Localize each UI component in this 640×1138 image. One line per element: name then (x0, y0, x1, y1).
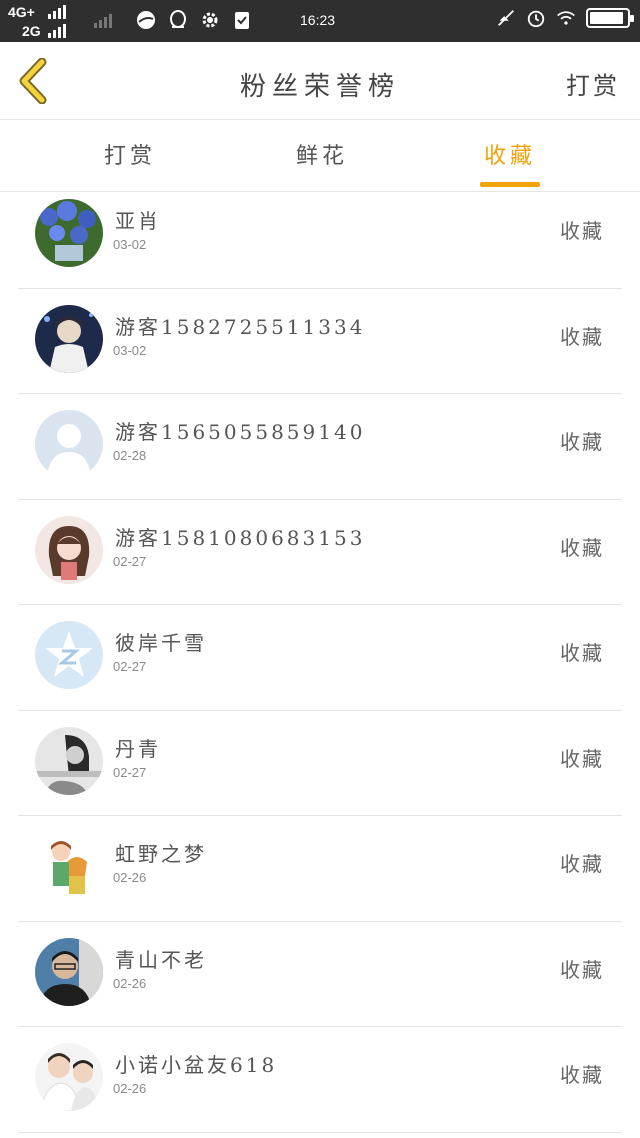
cartoon-couple-avatar-icon (35, 832, 103, 900)
network-2g-label: 2G (22, 23, 41, 39)
avatar (35, 199, 103, 267)
avatar (35, 726, 103, 795)
fan-name: 青山不老 (115, 947, 207, 972)
qzone-star-avatar-icon (35, 621, 103, 689)
tab-flowers[interactable]: 鲜花 (262, 138, 382, 170)
avatar (35, 515, 103, 584)
signal-bars-icon (48, 5, 66, 19)
fan-name: 游客1565055859140 (115, 420, 366, 444)
tab-bar: 打赏 鲜花 收藏 (0, 120, 640, 192)
mute-icon (496, 8, 516, 28)
list-item[interactable]: 游客1565055859140 02-28 收藏 (18, 394, 622, 500)
fan-date: 02-27 (113, 764, 147, 780)
browser-icon (136, 10, 156, 30)
status-bar: 4G+ 2G 16:23 (0, 0, 640, 42)
tab-reward[interactable]: 打赏 (70, 138, 190, 170)
avatar (35, 621, 103, 689)
fan-action: 收藏 (560, 324, 604, 349)
anime-girl-avatar-icon (35, 515, 103, 584)
app-header: 粉丝荣誉榜 打赏 (0, 42, 640, 120)
list-item[interactable]: 丹青 02-27 收藏 (18, 711, 622, 816)
battery-icon (586, 8, 634, 28)
fan-date: 02-27 (113, 659, 147, 674)
fan-action: 收藏 (560, 957, 604, 982)
list-item[interactable]: 游客1581080683153 02-27 收藏 (18, 500, 622, 605)
system-icons (496, 8, 634, 28)
battery-fill (590, 12, 623, 24)
alarm-clock-icon (526, 8, 546, 28)
fan-action: 收藏 (560, 219, 604, 243)
fan-action: 收藏 (560, 852, 604, 876)
fan-name: 游客1582725511334 (115, 314, 366, 339)
page-title: 粉丝荣誉榜 (239, 72, 400, 102)
network-4g-label: 4G+ (8, 4, 35, 20)
fan-date: 03-02 (113, 342, 147, 358)
fan-date: 02-27 (113, 553, 147, 569)
fan-name: 虹野之梦 (115, 842, 207, 866)
fan-name: 彼岸千雪 (115, 631, 207, 655)
fan-name: 亚肖 (115, 209, 161, 233)
fan-date: 03-02 (113, 237, 147, 252)
grayscale-girl-avatar-icon (35, 726, 103, 795)
boys-photo-avatar-icon (35, 1043, 103, 1111)
fan-action: 收藏 (560, 430, 604, 454)
status-time: 16:23 (300, 12, 336, 28)
fan-date: 02-26 (113, 1081, 147, 1096)
list-item[interactable]: 青山不老 02-26 收藏 (18, 922, 622, 1027)
fan-name: 小诺小盆友618 (115, 1053, 278, 1077)
gear-icon (200, 10, 220, 30)
clipboard-check-icon (232, 10, 252, 30)
default-person-avatar-icon (35, 410, 103, 478)
fan-action: 收藏 (560, 746, 604, 771)
fan-date: 02-26 (113, 975, 147, 991)
sim-signal-empty-icon (94, 14, 112, 28)
avatar (35, 304, 103, 373)
avatar (35, 937, 103, 1006)
fan-action: 收藏 (560, 535, 604, 560)
avatar (35, 410, 103, 478)
avatar (35, 832, 103, 900)
tab-favorites[interactable]: 收藏 (450, 138, 570, 170)
list-item[interactable]: 亚肖 03-02 收藏 (18, 193, 622, 289)
list-item[interactable]: 小诺小盆友618 02-26 收藏 (18, 1027, 622, 1133)
avatar (35, 1043, 103, 1111)
anime-boy-avatar-icon (35, 304, 103, 373)
list-item[interactable]: 游客1582725511334 03-02 收藏 (18, 289, 622, 394)
qq-icon (168, 10, 188, 30)
active-tab-indicator (480, 182, 540, 187)
signal-bars-2-icon (48, 24, 66, 38)
fan-date: 02-28 (113, 448, 147, 463)
fan-action: 收藏 (560, 1063, 604, 1087)
man-photo-avatar-icon (35, 937, 103, 1006)
list-item[interactable]: 彼岸千雪 02-27 收藏 (18, 605, 622, 711)
fan-list: 亚肖 03-02 收藏 游客1582725511334 03-02 收藏 游客1… (0, 193, 640, 1138)
fan-date: 02-26 (113, 870, 147, 885)
wifi-icon (556, 8, 576, 28)
reward-button[interactable]: 打赏 (566, 66, 620, 101)
fan-name: 游客1581080683153 (115, 525, 366, 550)
list-item[interactable]: 虹野之梦 02-26 收藏 (18, 816, 622, 922)
network-indicators: 4G+ 2G (8, 4, 88, 40)
fan-action: 收藏 (560, 641, 604, 665)
flowers-avatar-icon (35, 199, 103, 267)
notification-icons (136, 10, 252, 30)
fan-name: 丹青 (115, 736, 161, 761)
